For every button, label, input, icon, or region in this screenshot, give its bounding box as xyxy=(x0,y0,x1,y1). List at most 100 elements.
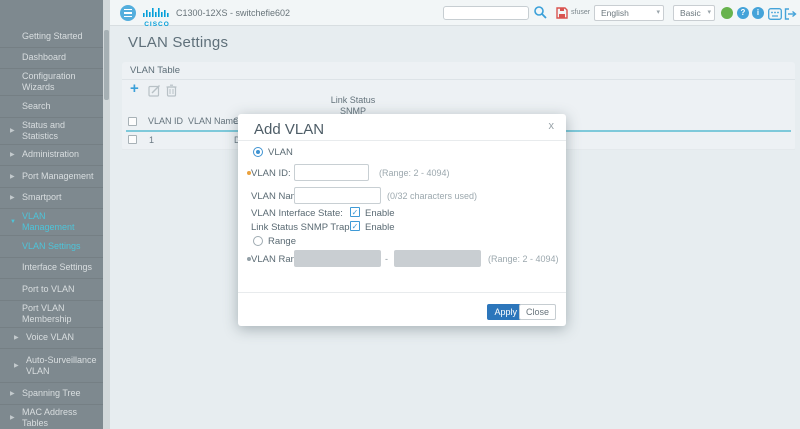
chevron-right-icon: ▶ xyxy=(10,128,15,134)
sidebar-item-label: Status and Statistics xyxy=(22,119,66,141)
logged-in-username: sfuser xyxy=(571,9,591,16)
language-select[interactable]: English ▾ xyxy=(594,5,664,21)
sidebar-item-vlan-management[interactable]: ▼ VLAN Management xyxy=(0,209,103,236)
sidebar-item-mac-address-tables[interactable]: ▶ MAC Address Tables xyxy=(0,405,103,429)
vlan-name-chars-hint: (0/32 characters used) xyxy=(387,191,478,201)
sidebar-item-spanning-tree[interactable]: ▶ Spanning Tree xyxy=(0,383,103,405)
snmp-traps-enable-label: Enable xyxy=(365,222,395,233)
sidebar-item-vlan-settings[interactable]: VLAN Settings xyxy=(0,236,103,258)
sidebar-item-label: Port to VLAN xyxy=(22,283,75,294)
logout-icon[interactable] xyxy=(784,7,797,25)
vlan-range-hint: (Range: 2 - 4094) xyxy=(488,254,559,264)
range-radio[interactable] xyxy=(253,236,263,246)
chevron-right-icon: ▶ xyxy=(10,173,15,180)
info-icon[interactable]: i xyxy=(752,7,764,19)
vlan-table-toolbar: + xyxy=(122,80,795,102)
sidebar-nav: Getting Started Dashboard Configuration … xyxy=(0,26,103,429)
chevron-right-icon: ▶ xyxy=(14,363,19,369)
delete-trash-icon[interactable] xyxy=(166,84,177,102)
link-status-snmp-traps-label: Link Status SNMP Traps: xyxy=(251,222,357,233)
add-vlan-button[interactable]: + xyxy=(130,80,139,97)
sidebar: Getting Started Dashboard Configuration … xyxy=(0,0,110,429)
sidebar-item-interface-settings[interactable]: Interface Settings xyxy=(0,258,103,279)
device-name: C1300-12XS - switchefie602 xyxy=(176,8,291,18)
range-separator: - xyxy=(385,254,388,264)
sidebar-item-label: Configuration Wizards xyxy=(22,71,76,92)
chevron-right-icon: ▶ xyxy=(10,152,15,159)
help-icon[interactable]: ? xyxy=(737,7,749,19)
modal-title: Add VLAN xyxy=(254,121,325,138)
vlan-id-input[interactable] xyxy=(294,164,369,181)
modal-titlebar: Add VLAN x xyxy=(238,114,566,141)
check-icon: ✓ xyxy=(351,208,359,217)
sidebar-item-voice-vlan[interactable]: ▶ Voice VLAN xyxy=(0,328,103,349)
sidebar-item-port-management[interactable]: ▶ Port Management xyxy=(0,166,103,188)
column-header-vlan-name[interactable]: VLAN Name xyxy=(188,116,238,126)
vlan-name-input[interactable] xyxy=(294,187,381,204)
sidebar-item-status-and-statistics[interactable]: ▶ Status and Statistics xyxy=(0,118,103,145)
chevron-right-icon: ▶ xyxy=(14,335,19,342)
language-select-value: English xyxy=(601,8,629,18)
app-window: Getting Started Dashboard Configuration … xyxy=(0,0,800,429)
cisco-logo-bars xyxy=(143,8,169,17)
page-title: VLAN Settings xyxy=(128,34,229,51)
sidebar-item-port-vlan-membership[interactable]: Port VLAN Membership xyxy=(0,301,103,328)
sidebar-item-label: Smartport xyxy=(22,192,62,203)
menu-hamburger-icon[interactable] xyxy=(120,5,136,21)
row-checkbox[interactable] xyxy=(128,135,137,144)
search-icon[interactable] xyxy=(533,5,547,24)
sidebar-item-dashboard[interactable]: Dashboard xyxy=(0,48,103,69)
sidebar-item-auto-surveillance-vlan[interactable]: ▶ Auto-Surveillance VLAN xyxy=(0,349,103,383)
status-green-icon[interactable] xyxy=(721,7,733,19)
cli-console-icon[interactable] xyxy=(768,7,782,25)
range-radio-label: Range xyxy=(268,236,296,247)
close-icon[interactable]: x xyxy=(549,120,555,132)
search-input[interactable] xyxy=(443,6,529,20)
sidebar-item-label: Auto-Surveillance VLAN xyxy=(26,354,97,376)
sidebar-item-smartport[interactable]: ▶ Smartport xyxy=(0,188,103,209)
interface-state-checkbox[interactable]: ✓ xyxy=(350,207,360,217)
sidebar-item-label: Voice VLAN xyxy=(26,332,75,343)
sidebar-scrollbar-thumb[interactable] xyxy=(104,30,109,100)
sidebar-item-label: Search xyxy=(22,100,51,111)
sidebar-item-port-to-vlan[interactable]: Port to VLAN xyxy=(0,279,103,301)
vlan-radio[interactable] xyxy=(253,147,263,157)
sidebar-item-getting-started[interactable]: Getting Started xyxy=(0,26,103,48)
display-mode-select[interactable]: Basic ▾ xyxy=(673,5,715,21)
top-header-bar: CISCO C1300-12XS - switchefie602 sfuser … xyxy=(110,0,800,28)
chevron-down-icon: ▾ xyxy=(707,9,711,16)
modal-footer-divider xyxy=(238,292,566,293)
vlan-table-panel-title: VLAN Table xyxy=(122,62,795,80)
sidebar-item-administration[interactable]: ▶ Administration xyxy=(0,145,103,166)
vlan-range-to-input[interactable] xyxy=(394,250,481,267)
sidebar-item-label: Port VLAN Membership xyxy=(22,302,72,324)
vlan-range-from-input[interactable] xyxy=(294,250,381,267)
chevron-right-icon: ▶ xyxy=(10,390,15,397)
cell-vlan-id: 1 xyxy=(149,135,155,145)
interface-state-enable-label: Enable xyxy=(365,208,395,219)
sidebar-item-configuration-wizards[interactable]: Configuration Wizards xyxy=(0,69,103,96)
chevron-right-icon: ▶ xyxy=(10,195,15,202)
vlan-radio-label: VLAN xyxy=(268,147,293,158)
vlan-id-range-hint: (Range: 2 - 4094) xyxy=(379,168,450,178)
sidebar-item-label: VLAN Management xyxy=(22,211,75,232)
sidebar-item-label: Spanning Tree xyxy=(22,387,81,398)
chevron-right-icon: ▶ xyxy=(10,415,15,421)
edit-icon[interactable] xyxy=(148,84,161,102)
sidebar-item-label: Getting Started xyxy=(22,30,83,41)
check-icon: ✓ xyxy=(351,222,359,231)
cisco-logo: CISCO xyxy=(142,4,172,28)
column-header-vlan-id[interactable]: VLAN ID xyxy=(148,116,183,126)
snmp-traps-checkbox[interactable]: ✓ xyxy=(350,221,360,231)
sidebar-item-label: Port Management xyxy=(22,170,94,181)
select-all-checkbox[interactable] xyxy=(128,117,137,126)
sidebar-item-label: MAC Address Tables xyxy=(22,406,78,428)
vlan-interface-state-label: VLAN Interface State: xyxy=(251,208,343,219)
chevron-down-icon: ▼ xyxy=(10,219,16,225)
sidebar-item-search[interactable]: Search xyxy=(0,96,103,118)
close-button[interactable]: Close xyxy=(518,304,556,320)
sidebar-item-label: Administration xyxy=(22,149,80,160)
save-icon[interactable] xyxy=(556,6,568,24)
sidebar-item-label: Interface Settings xyxy=(22,262,93,273)
chevron-down-icon: ▾ xyxy=(656,9,660,16)
